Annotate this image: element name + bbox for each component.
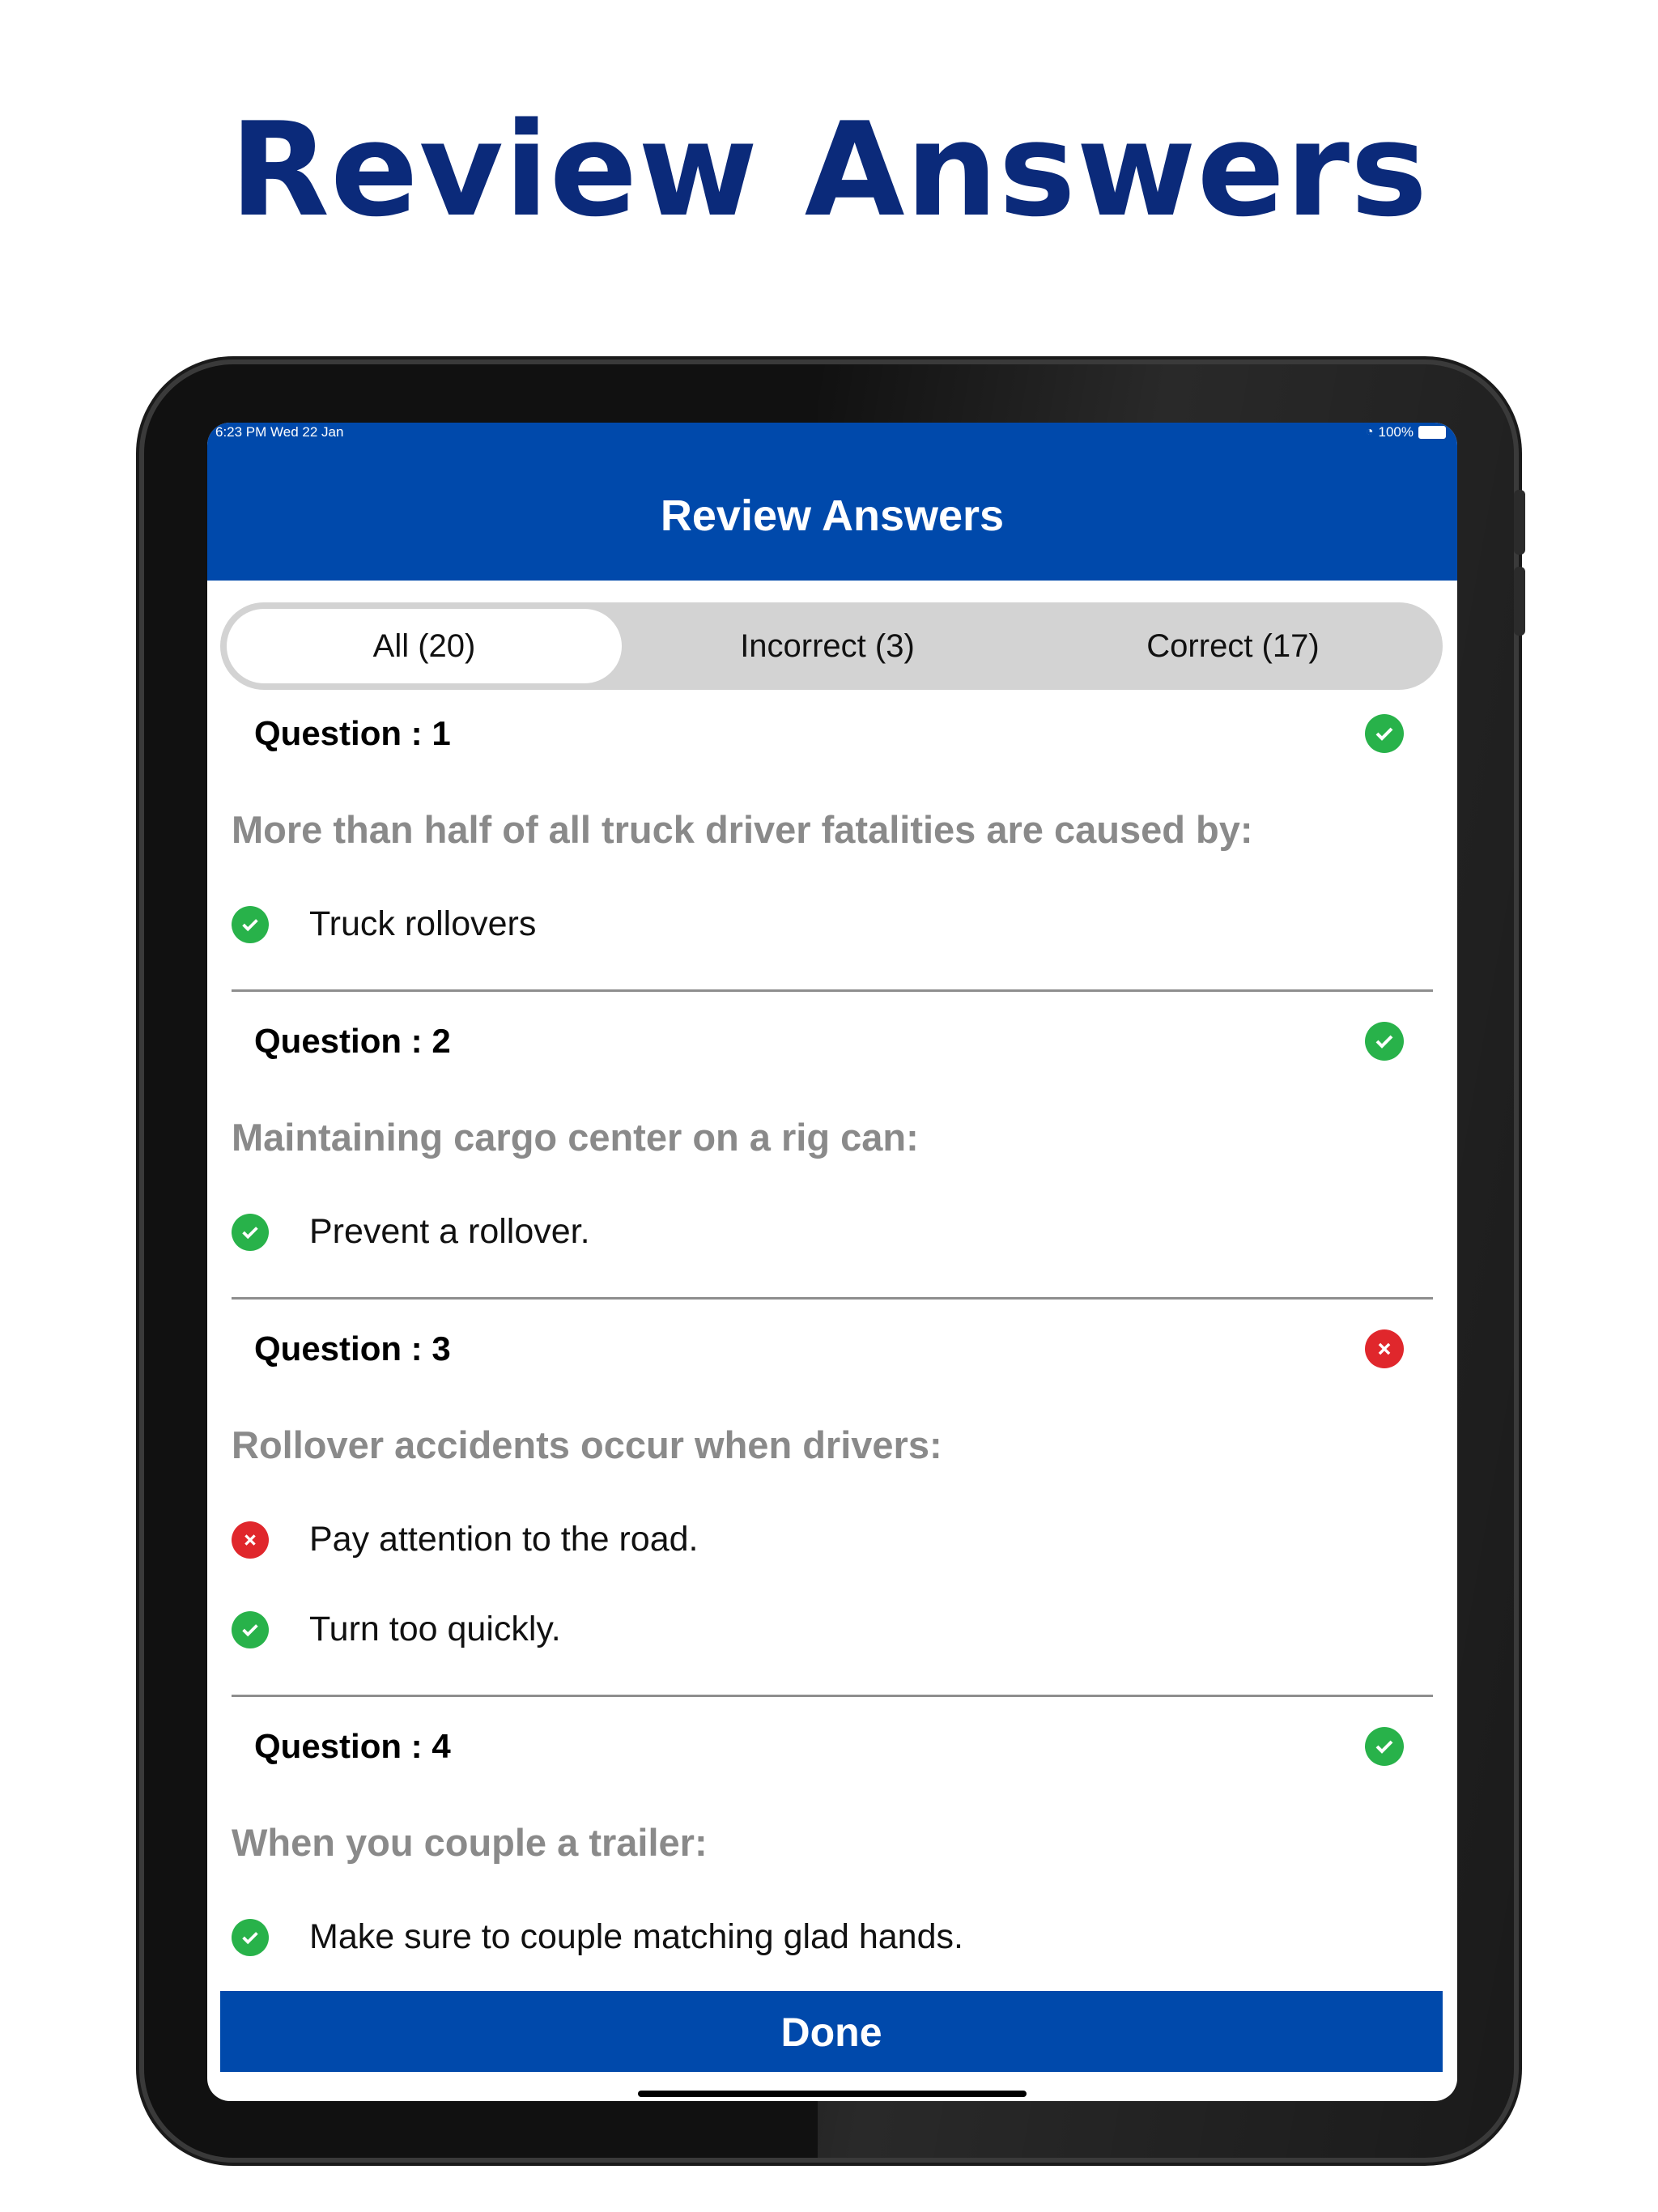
answer-filter-control: All (20) Incorrect (3) Correct (17) [220, 602, 1443, 690]
divider [232, 1695, 1433, 1697]
volume-up-button [1514, 490, 1525, 555]
wifi-icon: ◔ [1365, 425, 1374, 439]
answer-text: Turn too quickly. [309, 1610, 561, 1648]
divider [232, 1297, 1433, 1300]
answer-text: Prevent a rollover. [309, 1212, 590, 1251]
check-circle-icon [1365, 1022, 1404, 1061]
check-circle-icon [232, 905, 269, 943]
x-circle-icon [1365, 1329, 1404, 1368]
answer-text: Pay attention to the road. [309, 1520, 699, 1559]
question-text: When you couple a trailer: [232, 1821, 708, 1864]
page-hero-title: Review Answers [229, 94, 1429, 245]
nav-header: 6:23 PM Wed 22 Jan ◔ 100% Review Answers [207, 423, 1457, 581]
question-heading: Question : 4 [254, 1727, 451, 1765]
answer-text: Make sure to couple matching glad hands. [309, 1917, 963, 1956]
question-heading: Question : 3 [254, 1329, 451, 1368]
tab-incorrect[interactable]: Incorrect (3) [625, 609, 1030, 683]
battery-icon [1418, 426, 1446, 439]
tab-all[interactable]: All (20) [227, 609, 622, 683]
status-indicators: ◔ 100% [1366, 424, 1446, 440]
answer-text: Truck rollovers [309, 904, 537, 943]
check-circle-icon [232, 1918, 269, 1956]
tab-correct[interactable]: Correct (17) [1030, 609, 1436, 683]
done-button[interactable]: Done [220, 1991, 1443, 2072]
question-heading: Question : 2 [254, 1022, 451, 1060]
answer-row: Make sure to couple matching glad hands. [232, 1917, 963, 1957]
check-circle-icon [1365, 714, 1404, 753]
home-indicator[interactable] [638, 2091, 1027, 2097]
question-heading: Question : 1 [254, 714, 451, 752]
question-text: More than half of all truck driver fatal… [232, 808, 1253, 851]
answer-row: Pay attention to the road. [232, 1520, 699, 1559]
check-circle-icon [232, 1610, 269, 1648]
divider [232, 989, 1433, 992]
status-time-date: 6:23 PM Wed 22 Jan [215, 424, 344, 440]
answer-row: Truck rollovers [232, 904, 536, 944]
battery-percent: 100% [1378, 424, 1414, 440]
screen-title: Review Answers [660, 491, 1005, 540]
check-circle-icon [1365, 1727, 1404, 1766]
question-text: Maintaining cargo center on a rig can: [232, 1116, 919, 1159]
answer-row: Turn too quickly. [232, 1610, 561, 1649]
app-screen: 6:23 PM Wed 22 Jan ◔ 100% Review Answers… [207, 423, 1457, 2101]
volume-down-button [1514, 567, 1525, 636]
x-circle-icon [232, 1521, 269, 1559]
answer-row: Prevent a rollover. [232, 1212, 590, 1252]
check-circle-icon [232, 1213, 269, 1251]
question-text: Rollover accidents occur when drivers: [232, 1423, 942, 1466]
